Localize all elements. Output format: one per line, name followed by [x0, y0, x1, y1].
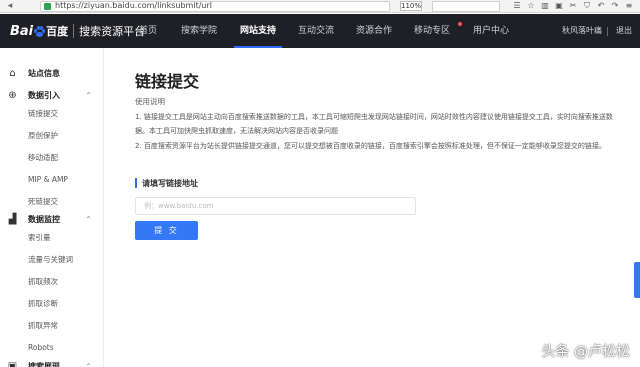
chevron-up-icon: ⌃: [85, 215, 92, 224]
share-icon[interactable]: ↷: [610, 1, 620, 11]
usage-title: 使用说明: [135, 97, 165, 106]
nav-item-community[interactable]: 互动交流: [298, 14, 334, 48]
usage-line: 2. 百度搜索资源平台为站长提供链接提交通道，您可以提交想被百度收录的链接，百度…: [135, 142, 606, 150]
star-icon[interactable]: ☆: [526, 1, 536, 11]
menu-icon[interactable]: ≡: [624, 1, 634, 11]
address-url: https://ziyuan.baidu.com/linksubmit/url: [55, 1, 212, 10]
sidebar-item-link-submit[interactable]: 链接提交: [28, 105, 58, 123]
logo-bai-text: Bai: [10, 23, 34, 39]
main-content: 链接提交 使用说明 1. 链接提交工具是网站主动向百度搜索推送数据的工具，本工具…: [105, 48, 640, 367]
usage-line: 据。本工具可加快爬虫抓取速度，无法解决网站内容是否收录问题: [135, 127, 338, 135]
logo-du-text: 百度: [46, 25, 69, 38]
nav-item-site-support[interactable]: 网站支持: [233, 14, 283, 48]
baidu-logo[interactable]: Bai 百度 搜索资源平台: [10, 23, 145, 39]
shield-icon[interactable]: ⛉: [582, 1, 592, 11]
undo-icon[interactable]: ↶: [596, 1, 606, 11]
lock-icon: [44, 3, 51, 10]
username[interactable]: 秋风落叶痛: [562, 14, 602, 48]
sidebar-group-label: 搜索展现: [28, 362, 60, 367]
zoom-level[interactable]: 110%: [400, 1, 422, 11]
search-display-icon: ▣: [7, 361, 18, 367]
form-title: 请填写链接地址: [135, 178, 198, 189]
feedback-tab[interactable]: [634, 262, 640, 298]
sidebar-item-dead-link[interactable]: 死链提交: [28, 193, 58, 211]
paw-icon: [34, 25, 46, 37]
logo-divider: [73, 24, 75, 38]
sidebar-group-search-display[interactable]: ▣ 搜索展现 ⌃: [0, 357, 104, 367]
sidebar-item-traffic-keywords[interactable]: 流量与关键词: [28, 251, 73, 269]
page-title: 链接提交: [135, 72, 200, 91]
import-icon: ⊕: [8, 90, 17, 101]
usage-line: 1. 链接提交工具是网站主动向百度搜索推送数据的工具，本工具可缩短爬虫发现网站链…: [135, 113, 613, 121]
platform-name: 搜索资源平台: [79, 25, 146, 38]
sidebar-item-robots[interactable]: Robots: [28, 339, 54, 357]
notification-dot: [458, 22, 462, 26]
nav-item-academy[interactable]: 搜索学院: [181, 14, 217, 48]
watermark: 头条 @卢松松: [541, 344, 630, 360]
nav-item-home[interactable]: 首页: [139, 14, 157, 48]
nav-item-cooperation[interactable]: 资源合作: [356, 14, 392, 48]
panel-icon[interactable]: ▣: [554, 1, 564, 11]
user-divider: [607, 27, 608, 36]
sidebar-group-label: 站点信息: [28, 69, 60, 78]
sidebar-item-mobile-adapt[interactable]: 移动适配: [28, 149, 58, 167]
sidebar-group-data-monitor[interactable]: ▟ 数据监控 ⌃: [0, 210, 104, 230]
back-arrow-icon[interactable]: ◂: [4, 1, 16, 12]
sidebar-item-index[interactable]: 索引量: [28, 229, 51, 247]
logout-link[interactable]: 退出: [616, 14, 632, 48]
sidebar: ⌂ 站点信息 ⊕ 数据引入 ⌃ 链接提交 原创保护 移动适配 MIP & AMP…: [0, 48, 104, 367]
sidebar-item-original-protect[interactable]: 原创保护: [28, 127, 58, 145]
sidebar-group-label: 数据引入: [28, 91, 60, 100]
chart-icon: ▟: [8, 214, 17, 225]
browser-toolbar: ◂ https://ziyuan.baidu.com/linksubmit/ur…: [0, 0, 640, 13]
sidebar-group-site-info[interactable]: ⌂ 站点信息: [0, 64, 104, 84]
reading-list-icon[interactable]: ☰: [512, 1, 522, 11]
screenshot-icon[interactable]: ✂: [568, 1, 578, 11]
sidebar-group-data-import[interactable]: ⊕ 数据引入 ⌃: [0, 86, 104, 106]
sidebar-item-crawl-frequency[interactable]: 抓取频次: [28, 273, 58, 291]
sidebar-item-crawl-error[interactable]: 抓取异常: [28, 317, 58, 335]
submit-button[interactable]: 提 交: [135, 221, 198, 240]
sidebar-group-label: 数据监控: [28, 215, 60, 224]
browser-search-input[interactable]: [432, 1, 500, 12]
sidebar-item-crawl-diagnose[interactable]: 抓取诊断: [28, 295, 58, 313]
top-navigation: Bai 百度 搜索资源平台 首页 搜索学院 网站支持 互动交流 资源合作 移动专…: [0, 14, 640, 48]
chevron-up-icon: ⌃: [85, 362, 92, 367]
nav-item-user-center[interactable]: 用户中心: [473, 14, 509, 48]
home-icon: ⌂: [9, 68, 16, 79]
library-icon[interactable]: ▥: [540, 1, 550, 11]
chevron-up-icon: ⌃: [85, 91, 92, 100]
nav-item-mobile[interactable]: 移动专区: [414, 14, 450, 48]
sidebar-item-mip-amp[interactable]: MIP & AMP: [28, 171, 68, 189]
link-url-input[interactable]: [135, 197, 416, 215]
